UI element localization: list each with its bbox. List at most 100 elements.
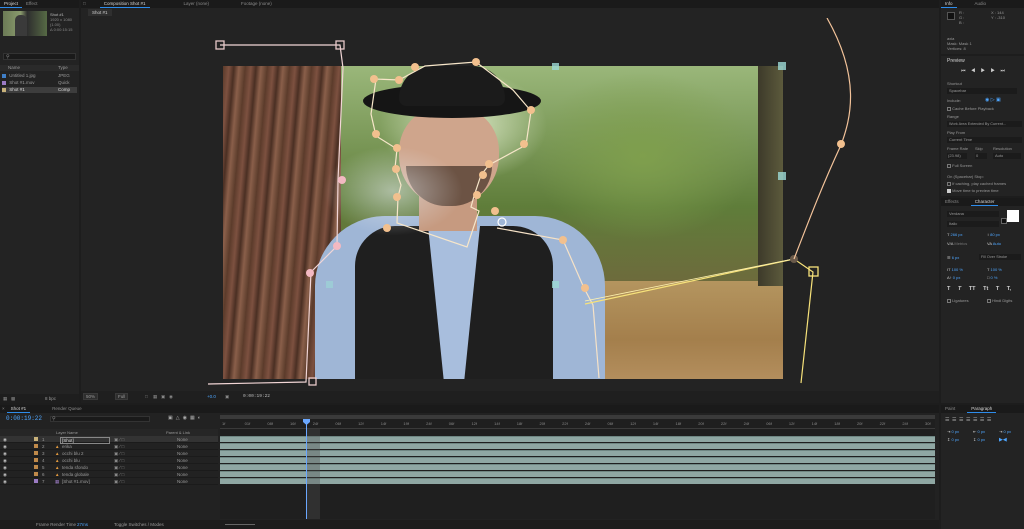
superscript-button[interactable]: T — [996, 286, 999, 292]
mask-vertex[interactable] — [393, 193, 401, 201]
time-ruler[interactable]: 1f 01f 08f 16f 24f 06f 12f 14f 19f 24f 06f 12f 14f 18… — [220, 420, 935, 429]
faux-bold-button[interactable]: T — [947, 286, 950, 292]
stroke-color-swatch[interactable] — [1001, 218, 1007, 224]
space-after-field[interactable]: ↧ 0 px — [973, 437, 985, 442]
mask-vertex[interactable] — [527, 106, 535, 114]
viewer-timecode[interactable]: 0:00:19:22 — [243, 391, 270, 403]
mask-path-yellow-inner[interactable] — [584, 258, 794, 302]
first-frame-icon[interactable]: ⏮ — [961, 68, 968, 74]
mask-vertex[interactable] — [479, 171, 487, 179]
timeline-tracks[interactable]: 1f 01f 08f 16f 24f 06f 12f 14f 19f 24f 06f 12f 14f 18… — [220, 415, 935, 519]
tab-paragraph[interactable]: Paragraph — [967, 405, 997, 413]
hindi-digits-checkbox[interactable]: Hindi Digits — [987, 298, 1012, 303]
composition-canvas[interactable] — [81, 18, 939, 390]
indent-left-field[interactable]: ⇥ 0 px — [947, 429, 959, 434]
tab-character[interactable]: Character — [970, 198, 999, 206]
table-row[interactable]: ◉ 4 ▲ occhi blu ▣ ∕ □ None — [0, 457, 218, 464]
switches[interactable]: ▣ ∕ □ — [114, 471, 124, 478]
mask-vertex[interactable] — [411, 63, 419, 71]
timeline-timecode[interactable]: 0:00:19:22 — [6, 415, 42, 422]
mask-vertex[interactable] — [395, 76, 403, 84]
mask-handle-yellow[interactable] — [808, 266, 819, 277]
mask-vertex[interactable] — [491, 207, 499, 215]
subscript-button[interactable]: T, — [1007, 286, 1011, 292]
mask-vertex[interactable] — [473, 191, 481, 199]
align-center-icon[interactable]: ☰ — [952, 417, 959, 423]
small-caps-button[interactable]: Tt — [983, 286, 988, 292]
tab-effects[interactable]: Effects — [941, 198, 963, 206]
tab-info[interactable]: Info — [941, 0, 957, 8]
leading-field[interactable]: ↕ 80 px — [987, 232, 1000, 237]
stroke-size-field[interactable]: ☰ 6 px — [947, 255, 959, 260]
kerning-field[interactable]: V/A Metrics — [947, 241, 967, 246]
table-row[interactable]: ◉ 7 ▦ [Shot #1.mov] ▣ ∕ □ None — [0, 478, 218, 485]
prev-frame-icon[interactable]: ◀ — [971, 68, 977, 74]
region-icon[interactable]: □ — [145, 391, 148, 403]
switches[interactable]: ▣ ∕ □ — [114, 450, 124, 457]
tab-composition[interactable]: Composition Shot #1 — [99, 0, 150, 8]
indent-first-field[interactable]: ⇥ 0 px — [999, 429, 1011, 434]
fullscreen-checkbox[interactable]: Full Screen — [947, 163, 972, 168]
list-item[interactable]: Untitled 1.jpg JPEG — [2, 73, 77, 79]
resolution-dropdown-preview[interactable]: Auto — [993, 153, 1021, 159]
mask-handle-bl[interactable] — [308, 377, 317, 386]
tab-shot-1[interactable]: Shot #1 — [6, 405, 31, 413]
track-bar[interactable] — [220, 457, 935, 463]
exposure-value[interactable]: +0.0 — [207, 391, 216, 403]
col-layer-name[interactable]: Layer Name — [56, 429, 78, 436]
mask-vertex[interactable] — [306, 269, 314, 277]
table-row[interactable]: ◉ 1 [Shot] ▣ ∕ □ None — [0, 436, 218, 444]
next-frame-icon[interactable]: ▶ — [991, 68, 997, 74]
transparency-icon[interactable]: ▦ — [153, 391, 157, 403]
table-row[interactable]: ◉ 5 ▲ tenda sfondo ▣ ∕ □ None — [0, 464, 218, 471]
stroke-mode-dropdown[interactable]: Fill Over Stroke — [979, 254, 1021, 260]
folder-icon[interactable]: ▩ — [11, 394, 15, 403]
ifcaching-checkbox[interactable]: If caching, play cached frames — [947, 181, 1006, 186]
table-row[interactable]: ◉ 6 ▲ tenda globale ▣ ∕ □ None — [0, 471, 218, 478]
mask-vertex[interactable] — [392, 165, 400, 173]
mask-vertex[interactable] — [333, 242, 341, 250]
track-bar[interactable] — [220, 450, 935, 456]
zoom-slider[interactable] — [225, 524, 255, 525]
switches[interactable]: ▣ ∕ □ — [114, 464, 124, 471]
justify-all-icon[interactable]: ☰ — [987, 417, 994, 423]
mask-path-right[interactable] — [793, 18, 852, 260]
list-item[interactable]: Shot #1 Comp — [2, 87, 77, 93]
indent-right-field[interactable]: ⇤ 0 px — [973, 429, 985, 434]
col-type[interactable]: Type — [58, 65, 68, 71]
mask-visibility-icon[interactable]: ◉ — [169, 391, 173, 403]
skip-dropdown[interactable]: 0 — [975, 153, 987, 159]
tracking-field[interactable]: VA Auto — [987, 241, 1001, 246]
motion-blur-icon[interactable]: ◐ — [198, 415, 204, 421]
work-area-bar[interactable] — [220, 415, 935, 419]
playhead[interactable] — [306, 419, 307, 519]
font-size-field[interactable]: T 266 px — [947, 232, 963, 237]
ligatures-checkbox[interactable]: Ligatures — [947, 298, 969, 303]
magnification-dropdown[interactable]: 50% — [83, 393, 99, 400]
visibility-icon[interactable]: ◉ — [3, 450, 7, 457]
hscale-field[interactable]: T 100 % — [987, 267, 1002, 272]
track-bar[interactable] — [220, 436, 935, 442]
tab-paint[interactable]: Paint — [941, 405, 959, 413]
mask-vertex[interactable] — [372, 130, 380, 138]
tsume-field[interactable]: □ 0 % — [987, 275, 997, 280]
justify-center-icon[interactable]: ☰ — [973, 417, 980, 423]
toggle-switches-button[interactable]: Toggle Switches / Modes — [114, 520, 164, 529]
include-icons[interactable]: ◉ ▷ ▣ — [985, 97, 1001, 103]
visibility-icon[interactable]: ◉ — [3, 457, 7, 464]
all-caps-button[interactable]: TT — [969, 286, 976, 292]
project-search-input[interactable]: ⚲ — [3, 53, 76, 60]
track-bar[interactable] — [220, 471, 935, 477]
justify-left-icon[interactable]: ☰ — [966, 417, 973, 423]
last-frame-icon[interactable]: ⏭ — [1000, 68, 1007, 74]
lock-icon[interactable]: □ — [81, 0, 88, 8]
draft-3d-icon[interactable]: △ — [176, 415, 183, 421]
track-bar[interactable] — [220, 443, 935, 449]
mask-vertex[interactable] — [497, 217, 507, 227]
align-left-icon[interactable]: ☰ — [945, 417, 952, 423]
list-item[interactable]: Shot #1.mov Quick — [2, 80, 77, 86]
mask-vertex[interactable] — [338, 176, 346, 184]
movetime-checkbox[interactable]: Move time to preview time — [947, 188, 999, 193]
resolution-dropdown[interactable]: Full — [115, 393, 129, 400]
mask-vertex[interactable] — [383, 224, 391, 232]
